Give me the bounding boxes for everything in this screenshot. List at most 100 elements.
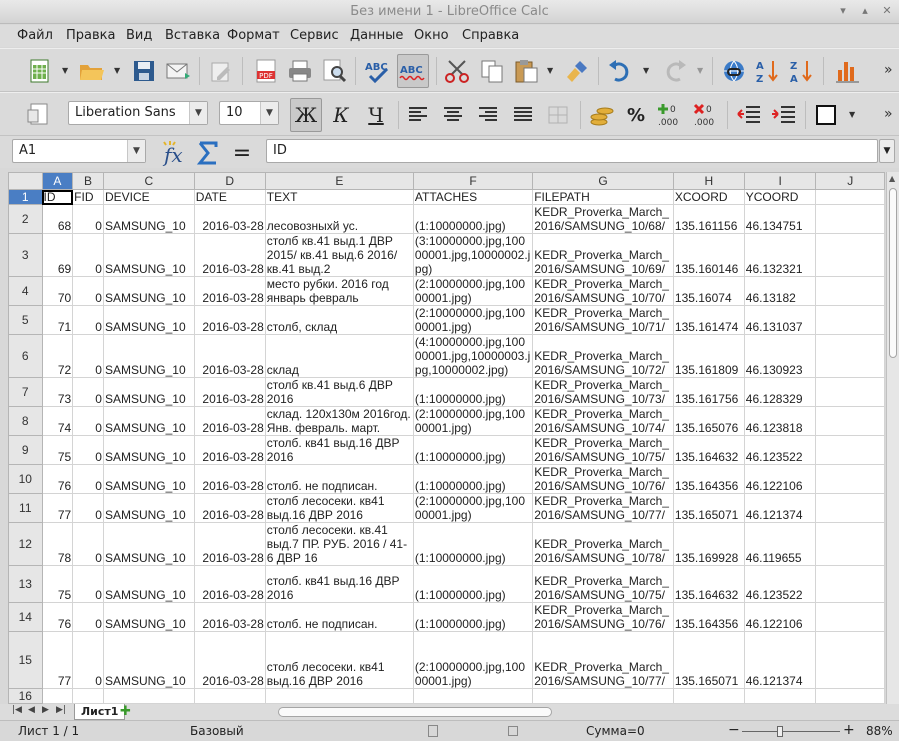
maximize-icon[interactable]: ▴	[858, 4, 872, 18]
cell-h[interactable]: 135.16074	[672, 276, 745, 306]
cell-c[interactable]: SAMSUNG_10	[102, 435, 195, 465]
cell-g[interactable]: KEDR_Proverka_March_2016/SAMSUNG_10/76/	[532, 464, 674, 494]
cell-j[interactable]	[815, 305, 885, 335]
cell-c[interactable]: DEVICE	[102, 189, 195, 205]
cell-d[interactable]: DATE	[193, 189, 266, 205]
cell-i[interactable]: 46.122106	[743, 464, 817, 494]
vertical-scrollbar[interactable]: ▲	[886, 172, 899, 704]
bold-button[interactable]: Ж	[290, 98, 322, 132]
cell-j[interactable]	[815, 276, 885, 306]
row-header[interactable]: 3	[8, 233, 43, 277]
cell-g[interactable]: KEDR_Proverka_March_2016/SAMSUNG_10/74/	[532, 406, 674, 436]
toolbar-overflow-icon[interactable]: »	[884, 62, 893, 78]
add-sheet-icon[interactable]: ✚	[120, 704, 131, 719]
align-center-icon[interactable]	[437, 98, 469, 132]
row-header[interactable]: 15	[8, 631, 43, 689]
menu-insert[interactable]: Вставка	[165, 28, 220, 43]
cell-c[interactable]: SAMSUNG_10	[102, 631, 195, 689]
font-name-dropdown-icon[interactable]: ▼	[189, 102, 207, 124]
row-header[interactable]: 2	[8, 204, 43, 234]
open-dropdown-icon[interactable]: ▼	[114, 67, 122, 75]
cell-e[interactable]: лесовозныхй ус.	[264, 204, 414, 234]
row-header[interactable]: 12	[8, 522, 43, 566]
cell-g[interactable]: KEDR_Proverka_March_2016/SAMSUNG_10/73/	[532, 377, 674, 407]
print-icon[interactable]	[284, 54, 316, 88]
edit-mode-icon[interactable]	[205, 54, 237, 88]
scroll-up-icon[interactable]: ▲	[889, 174, 895, 183]
cell-b[interactable]: 0	[72, 305, 104, 335]
cell-d[interactable]: 2016-03-28	[193, 334, 266, 378]
column-header-e[interactable]: E	[264, 172, 414, 190]
borders-dropdown-icon[interactable]: ▼	[849, 111, 857, 119]
new-document-icon[interactable]	[24, 54, 56, 88]
cell-c[interactable]: SAMSUNG_10	[102, 204, 195, 234]
delete-decimal-icon[interactable]: 0 .000	[690, 98, 722, 132]
zoom-out-icon[interactable]: −	[728, 722, 740, 738]
cell-i[interactable]: 46.134751	[743, 204, 817, 234]
formula-equals-icon[interactable]: =	[226, 136, 258, 170]
column-header-d[interactable]: D	[193, 172, 266, 190]
email-icon[interactable]	[162, 54, 194, 88]
increase-indent-icon[interactable]	[768, 98, 800, 132]
cell-b[interactable]: 0	[72, 522, 104, 566]
cell-a[interactable]: 70	[41, 276, 74, 306]
cell-h[interactable]: 135.164356	[672, 602, 745, 632]
cell-h[interactable]	[672, 688, 745, 704]
cell-b[interactable]	[72, 688, 104, 704]
new-dropdown-icon[interactable]: ▼	[62, 67, 70, 75]
row-header[interactable]: 16	[8, 688, 43, 704]
underline-button[interactable]: Ч	[360, 98, 392, 132]
cell-h[interactable]: 135.164632	[672, 435, 745, 465]
cell-f[interactable]: (2:10000000.jpg,10000001.jpg)	[412, 493, 534, 523]
column-header-c[interactable]: C	[102, 172, 195, 190]
cell-c[interactable]: SAMSUNG_10	[102, 305, 195, 335]
cell-a[interactable]: 78	[41, 522, 74, 566]
cell-h[interactable]: 135.161156	[672, 204, 745, 234]
cell-d[interactable]: 2016-03-28	[193, 464, 266, 494]
cell-d[interactable]: 2016-03-28	[193, 435, 266, 465]
row-header[interactable]: 7	[8, 377, 43, 407]
cell-d[interactable]: 2016-03-28	[193, 204, 266, 234]
auto-spellcheck-icon[interactable]: ABC	[397, 54, 429, 88]
cell-j[interactable]	[815, 688, 885, 704]
save-icon[interactable]	[128, 54, 160, 88]
cell-f[interactable]: (1:10000000.jpg)	[412, 602, 534, 632]
borders-icon[interactable]	[810, 98, 842, 132]
row-header[interactable]: 10	[8, 464, 43, 494]
cell-j[interactable]	[815, 464, 885, 494]
last-sheet-icon[interactable]: ▶|	[56, 705, 66, 715]
cell-i[interactable]: 46.123522	[743, 565, 817, 603]
decrease-indent-icon[interactable]	[733, 98, 765, 132]
sum-icon[interactable]	[192, 136, 224, 170]
cell-g[interactable]: KEDR_Proverka_March_2016/SAMSUNG_10/69/	[532, 233, 674, 277]
cell-h[interactable]: 135.165076	[672, 406, 745, 436]
cell-g[interactable]: KEDR_Proverka_March_2016/SAMSUNG_10/68/	[532, 204, 674, 234]
cell-f[interactable]: (1:10000000.jpg)	[412, 464, 534, 494]
italic-button[interactable]: К	[325, 98, 357, 132]
cell-b[interactable]: 0	[72, 464, 104, 494]
cell-g[interactable]: KEDR_Proverka_March_2016/SAMSUNG_10/70/	[532, 276, 674, 306]
spreadsheet-grid[interactable]: A B C D E F G H I J 1 ID FID DEVICE DATE TEXT…	[8, 172, 885, 704]
cell-h[interactable]: 135.164356	[672, 464, 745, 494]
cell-e[interactable]: столб лесосеки. кв41 выд.16 ДВР 2016	[264, 631, 414, 689]
cell-e[interactable]: столб лесосеки. кв41 выд.16 ДВР 2016	[264, 493, 414, 523]
cell-i[interactable]: 46.121374	[743, 631, 817, 689]
cell-g[interactable]: KEDR_Proverka_March_2016/SAMSUNG_10/75/	[532, 565, 674, 603]
cell-g[interactable]: FILEPATH	[532, 189, 674, 205]
cell-h[interactable]: 135.161474	[672, 305, 745, 335]
redo-icon[interactable]	[659, 54, 691, 88]
row-header[interactable]: 4	[8, 276, 43, 306]
cell-c[interactable]: SAMSUNG_10	[102, 276, 195, 306]
cell-a[interactable]: 72	[41, 334, 74, 378]
cell-i[interactable]: 46.119655	[743, 522, 817, 566]
cell-c[interactable]	[102, 688, 195, 704]
cell-b[interactable]: 0	[72, 602, 104, 632]
vertical-scroll-thumb[interactable]	[889, 188, 897, 358]
cell-c[interactable]: SAMSUNG_10	[102, 334, 195, 378]
column-header-g[interactable]: G	[532, 172, 674, 190]
cell-c[interactable]: SAMSUNG_10	[102, 602, 195, 632]
add-decimal-icon[interactable]: 0 .000	[654, 98, 686, 132]
row-header[interactable]: 11	[8, 493, 43, 523]
cell-j[interactable]	[815, 565, 885, 603]
formula-input[interactable]: ID	[266, 139, 878, 163]
